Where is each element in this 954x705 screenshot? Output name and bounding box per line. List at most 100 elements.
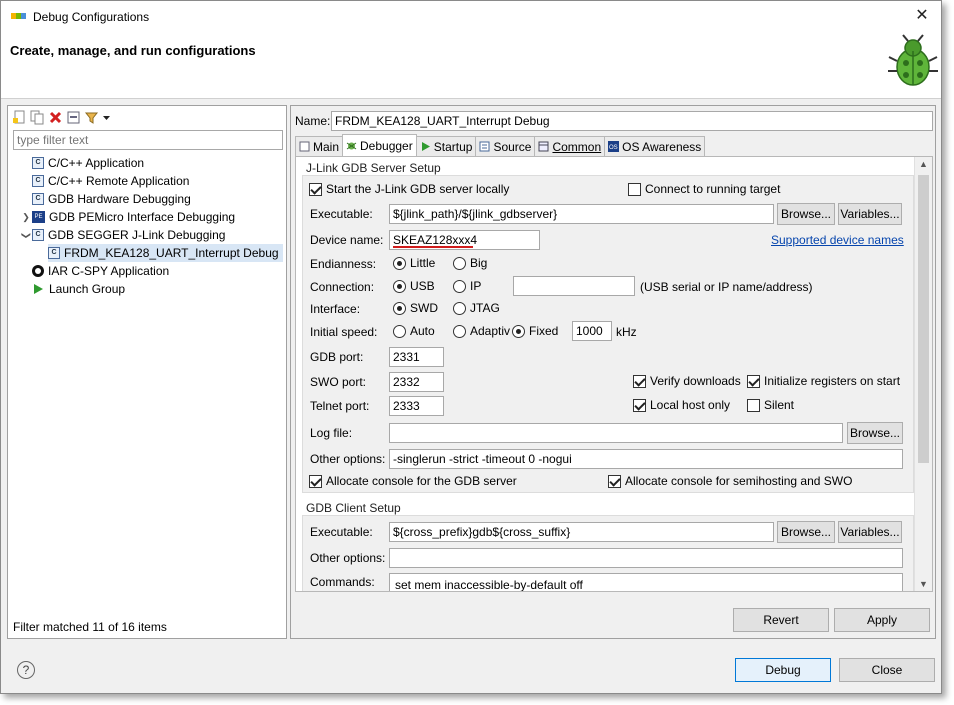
close-window-icon[interactable]: ✕ [911, 5, 933, 27]
endianness-label: Endianness: [310, 257, 377, 271]
debug-configurations-window: Debug Configurations ✕ Create, manage, a… [0, 0, 942, 694]
collapse-all-icon[interactable] [66, 110, 81, 125]
tab-os-awareness[interactable]: OS OS Awareness [604, 136, 706, 156]
log-file-browse-button[interactable]: Browse... [847, 422, 903, 444]
scroll-up-icon[interactable]: ▲ [919, 159, 928, 169]
tree-item-label: GDB PEMicro Interface Debugging [49, 210, 236, 224]
scrollbar-thumb[interactable] [918, 175, 929, 463]
spelling-error-underline [393, 246, 473, 248]
gdb-port-input[interactable]: 2331 [389, 347, 444, 367]
alloc-console-semihosting-checkbox[interactable]: Allocate console for semihosting and SWO [608, 474, 852, 488]
c-config-icon: C [48, 247, 60, 259]
server-group-title: J-Link GDB Server Setup [306, 161, 441, 175]
tree-item-label: GDB Hardware Debugging [48, 192, 191, 206]
revert-button[interactable]: Revert [733, 608, 829, 632]
silent-checkbox[interactable]: Silent [747, 398, 794, 412]
launch-group-icon [34, 284, 43, 294]
new-config-icon[interactable] [12, 110, 27, 125]
interface-jtag-radio[interactable]: JTAG [453, 301, 500, 315]
tree-item-frdm-kea128-debug[interactable]: C FRDM_KEA128_UART_Interrupt Debug [48, 244, 283, 262]
tab-common[interactable]: Common [534, 136, 606, 156]
tree-item-gdb-segger-jlink[interactable]: ❯ C GDB SEGGER J-Link Debugging [20, 226, 226, 244]
telnet-port-input[interactable]: 2333 [389, 396, 444, 416]
server-executable-input[interactable]: ${jlink_path}/${jlink_gdbserver} [389, 204, 774, 224]
alloc-console-gdb-checkbox[interactable]: Allocate console for the GDB server [309, 474, 517, 488]
speed-adaptive-radio[interactable]: Adaptiv [453, 324, 510, 338]
ip-hint-label: (USB serial or IP name/address) [640, 280, 813, 294]
main-tab-icon [299, 141, 310, 152]
tab-bar: Main Debugger Startup Source Common OS O… [295, 134, 706, 156]
scroll-down-icon[interactable]: ▼ [919, 579, 928, 589]
connect-running-target-checkbox[interactable]: Connect to running target [628, 182, 780, 196]
client-other-options-input[interactable] [389, 548, 903, 568]
commands-textarea[interactable]: set mem inaccessible-by-default off [389, 573, 903, 591]
c-config-icon: C [32, 157, 44, 169]
connection-ip-radio[interactable]: IP [453, 279, 481, 293]
tree-item-gdb-hardware-debugging[interactable]: C GDB Hardware Debugging [20, 190, 191, 208]
server-browse-button[interactable]: Browse... [777, 203, 835, 225]
init-registers-checkbox[interactable]: Initialize registers on start [747, 374, 900, 388]
view-menu-chevron-down-icon[interactable] [102, 110, 111, 125]
client-variables-button[interactable]: Variables... [838, 521, 902, 543]
c-config-icon: C [32, 193, 44, 205]
title-bar: Debug Configurations ✕ [1, 1, 941, 33]
server-variables-button[interactable]: Variables... [838, 203, 902, 225]
name-input[interactable]: FRDM_KEA128_UART_Interrupt Debug [331, 111, 933, 131]
start-server-locally-checkbox[interactable]: Start the J-Link GDB server locally [309, 182, 509, 196]
server-other-options-label: Other options: [310, 452, 386, 466]
tab-startup[interactable]: Startup [415, 136, 477, 156]
delete-config-icon[interactable] [48, 110, 63, 125]
verify-downloads-checkbox[interactable]: Verify downloads [633, 374, 741, 388]
tab-source[interactable]: Source [475, 136, 536, 156]
close-button[interactable]: Close [839, 658, 935, 682]
speed-auto-radio[interactable]: Auto [393, 324, 435, 338]
speed-value-input[interactable]: 1000 [572, 321, 612, 341]
bug-icon [888, 34, 938, 86]
supported-device-names-link[interactable]: Supported device names [771, 233, 904, 247]
tree-item-label: GDB SEGGER J-Link Debugging [48, 228, 226, 242]
tree-item-label: C/C++ Remote Application [48, 174, 190, 188]
connection-usb-radio[interactable]: USB [393, 279, 435, 293]
help-icon[interactable]: ? [17, 661, 35, 679]
apply-button[interactable]: Apply [834, 608, 930, 632]
tree-item-label: Launch Group [49, 282, 126, 296]
initial-speed-label: Initial speed: [310, 325, 378, 339]
tree-item-cpp-application[interactable]: C C/C++ Application [20, 154, 144, 172]
tree-item-label: FRDM_KEA128_UART_Interrupt Debug [64, 246, 279, 260]
tree-item-iar-cspy[interactable]: IAR C-SPY Application [20, 262, 169, 280]
client-browse-button[interactable]: Browse... [777, 521, 835, 543]
tree-item-gdb-pemicro[interactable]: ❯ PE GDB PEMicro Interface Debugging [20, 208, 235, 226]
endianness-little-radio[interactable]: Little [393, 256, 435, 270]
client-executable-input[interactable]: ${cross_prefix}gdb${cross_suffix} [389, 522, 774, 542]
tree-item-launch-group[interactable]: Launch Group [20, 280, 125, 298]
os-awareness-icon: OS [608, 141, 620, 152]
collapse-chevron-down-icon[interactable]: ❯ [21, 229, 32, 241]
duplicate-config-icon[interactable] [30, 110, 45, 125]
tab-main[interactable]: Main [295, 136, 344, 156]
c-config-icon: C [32, 229, 44, 241]
speed-fixed-radio[interactable]: Fixed [512, 324, 558, 338]
swo-port-input[interactable]: 2332 [389, 372, 444, 392]
tree-item-label: C/C++ Application [48, 156, 145, 170]
tab-content-scrollbar[interactable]: ▲ ▼ [914, 157, 932, 591]
server-other-options-input[interactable]: -singlerun -strict -timeout 0 -nogui [389, 449, 903, 469]
expand-chevron-right-icon[interactable]: ❯ [20, 212, 32, 223]
speed-unit-label: kHz [616, 325, 637, 339]
interface-swd-radio[interactable]: SWD [393, 301, 438, 315]
endianness-big-radio[interactable]: Big [453, 256, 487, 270]
dialog-header: Create, manage, and run configurations [1, 33, 941, 99]
name-label: Name: [295, 114, 331, 128]
ip-address-input[interactable] [513, 276, 635, 296]
tree-item-cpp-remote-application[interactable]: C C/C++ Remote Application [20, 172, 189, 190]
connection-label: Connection: [310, 280, 375, 294]
local-host-only-checkbox[interactable]: Local host only [633, 398, 730, 412]
log-file-input[interactable] [389, 423, 843, 443]
tab-debugger[interactable]: Debugger [342, 134, 417, 156]
interface-label: Interface: [310, 302, 361, 316]
filter-input[interactable] [13, 130, 283, 150]
startup-play-icon [420, 141, 431, 152]
tree-toolbar [12, 108, 111, 126]
source-tab-icon [479, 141, 490, 152]
debug-button[interactable]: Debug [735, 658, 831, 682]
filter-icon[interactable] [84, 110, 99, 125]
